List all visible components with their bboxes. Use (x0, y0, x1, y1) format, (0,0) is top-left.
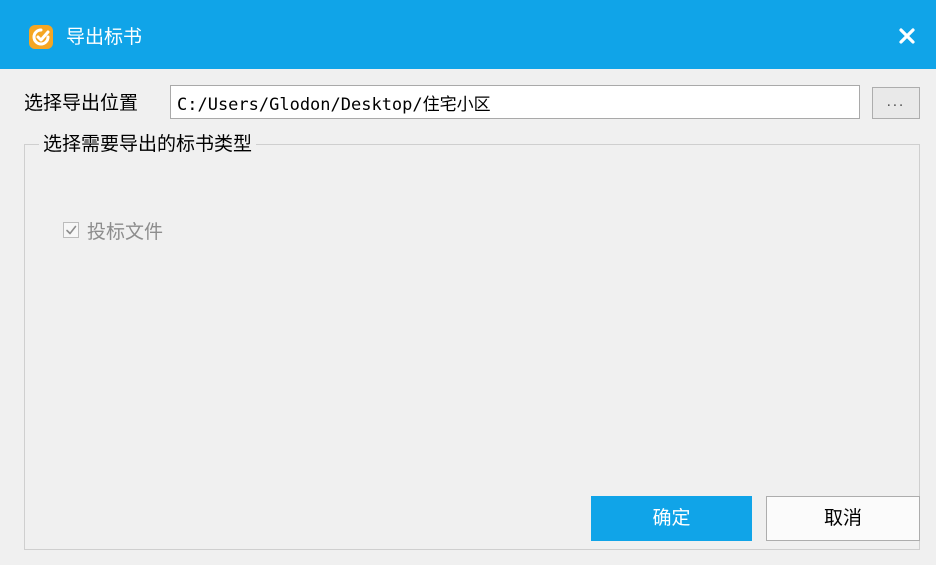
export-location-label: 选择导出位置 (24, 92, 139, 114)
browse-button[interactable]: ... (872, 87, 920, 119)
window-title: 导出标书 (66, 26, 143, 48)
title-bar[interactable]: 导出标书 (0, 0, 936, 69)
export-path-input[interactable] (170, 85, 860, 119)
close-icon (899, 28, 915, 44)
groupbox-legend: 选择需要导出的标书类型 (39, 128, 257, 160)
checkmark-icon (66, 225, 77, 235)
dialog-body: 选择导出位置 ... 选择需要导出的标书类型 投标文件 确定 取消 (0, 69, 936, 565)
bid-file-option[interactable]: 投标文件 (63, 217, 163, 243)
close-button[interactable] (890, 20, 924, 52)
glodon-app-icon (28, 24, 54, 50)
cancel-button[interactable]: 取消 (766, 496, 920, 541)
bid-file-checkbox[interactable] (63, 222, 79, 238)
export-bid-dialog: 导出标书 选择导出位置 ... 选择需要导出的标书类型 投标文件 确定 取消 (0, 0, 936, 565)
bid-type-groupbox: 选择需要导出的标书类型 投标文件 (24, 128, 920, 550)
ok-button[interactable]: 确定 (591, 496, 752, 541)
bid-file-label: 投标文件 (87, 220, 164, 243)
